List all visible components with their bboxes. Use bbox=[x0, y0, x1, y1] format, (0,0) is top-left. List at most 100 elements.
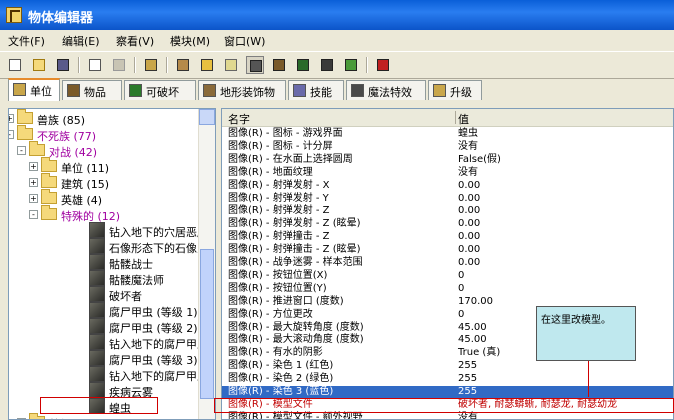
menu-view[interactable]: 察看(V) bbox=[116, 33, 154, 49]
tree-folder-item[interactable]: + 单位 (11) bbox=[9, 157, 201, 175]
grid-row[interactable]: 图像(R) - 染色 2 (绿色) 255 bbox=[222, 373, 673, 385]
app-icon bbox=[6, 7, 22, 23]
tab-upgrade[interactable]: 升级 bbox=[428, 80, 482, 100]
unit-editor-button[interactable] bbox=[142, 56, 160, 74]
tree-unit-item[interactable]: 骷髅魔法师 bbox=[9, 270, 201, 287]
column-header-name[interactable]: 名字 bbox=[228, 111, 250, 127]
copy-button[interactable] bbox=[86, 56, 104, 74]
menu-module[interactable]: 模块(M) bbox=[170, 33, 210, 49]
test-map-button[interactable] bbox=[342, 56, 360, 74]
scroll-up-button[interactable] bbox=[199, 109, 215, 125]
title-bar[interactable]: 物体编辑器 bbox=[0, 0, 674, 30]
tree-folder-item[interactable]: +兽族 (85) bbox=[9, 109, 201, 127]
terrain-editor-button[interactable] bbox=[174, 56, 192, 74]
expand-icon[interactable]: + bbox=[29, 194, 38, 203]
tree-folder-item[interactable]: - 特殊的 (12) bbox=[9, 205, 201, 223]
object-tree[interactable]: +兽族 (85)-不死族 (77)-对战 (42)+单位 (11)+建筑 (15… bbox=[8, 108, 216, 420]
folder-icon bbox=[41, 189, 57, 204]
grid-cell-value: 0.00 bbox=[458, 192, 481, 204]
tree-unit-item[interactable]: 腐尸甲虫 (等级 3) bbox=[9, 350, 201, 367]
expand-icon[interactable]: + bbox=[9, 114, 14, 123]
tree-folder-item[interactable]: +战役 (35) bbox=[9, 413, 201, 419]
menu-window[interactable]: 窗口(W) bbox=[224, 33, 265, 49]
save-icon bbox=[57, 59, 69, 71]
scroll-thumb[interactable] bbox=[200, 249, 214, 399]
tab-bar: 单位 物品 可破坏 地形装饰物 技能 魔法特效 升级 bbox=[0, 78, 674, 102]
grid-cell-name: 图像(R) - 染色 3 (蓝色) bbox=[228, 386, 334, 397]
annotation-text: 在这里改模型。 bbox=[541, 315, 611, 326]
tab-item[interactable]: 物品 bbox=[62, 80, 122, 100]
tree-unit-item[interactable]: 破坏者 bbox=[9, 286, 201, 303]
menu-edit[interactable]: 编辑(E) bbox=[62, 33, 100, 49]
tree-unit-item[interactable]: 腐尸甲虫 (等级 2) bbox=[9, 318, 201, 335]
grid-row[interactable]: 图像(R) - 图标 - 游戏界面 蝗虫 bbox=[222, 128, 673, 140]
grid-cell-value: True (真) bbox=[458, 347, 501, 359]
unit-palette-button[interactable] bbox=[246, 56, 264, 74]
grid-cell-name: 图像(R) - 图标 - 游戏界面 bbox=[228, 128, 343, 139]
item-palette-button[interactable] bbox=[270, 56, 288, 74]
grid-row[interactable]: 图像(R) - 战争迷雾 - 样本范围 0.00 bbox=[222, 257, 673, 269]
sound-editor-button[interactable] bbox=[198, 56, 216, 74]
doodad-editor-button[interactable] bbox=[294, 56, 312, 74]
ability-tab-icon bbox=[293, 84, 306, 97]
tree-unit-item[interactable]: 钻入地下的腐尸甲虫 bbox=[9, 334, 208, 351]
column-header-value[interactable]: 值 bbox=[458, 111, 469, 127]
ability-editor-button[interactable] bbox=[318, 56, 336, 74]
grid-row[interactable]: 图像(R) - 染色 1 (红色) 255 bbox=[222, 360, 673, 372]
expand-icon[interactable]: + bbox=[29, 162, 38, 171]
property-grid[interactable]: 名字 值 图像(R) - 图标 - 游戏界面 蝗虫 图像(R) - 图标 - 计分屏… bbox=[221, 108, 674, 420]
grid-row[interactable]: 图像(R) - 射弹发射 - X 0.00 bbox=[222, 180, 673, 192]
grid-row[interactable]: 图像(R) - 射弹撞击 - Z (眩晕) 0.00 bbox=[222, 244, 673, 256]
tree-unit-item[interactable]: 骷髅战士 bbox=[9, 254, 201, 271]
folder-icon bbox=[41, 173, 57, 188]
tab-unit[interactable]: 单位 bbox=[8, 78, 60, 101]
folder-icon bbox=[41, 157, 57, 172]
tree-folder-item[interactable]: - 对战 (42) bbox=[9, 141, 201, 159]
tree-scrollbar[interactable] bbox=[198, 109, 215, 419]
tab-ability[interactable]: 技能 bbox=[288, 80, 344, 100]
grid-row[interactable]: 图像(R) - 模型文件 - 额外视野 没有 bbox=[222, 412, 673, 419]
unit-palette-icon bbox=[250, 60, 262, 72]
tree-unit-item[interactable]: 腐尸甲虫 (等级 1) bbox=[9, 302, 201, 319]
new-icon bbox=[9, 59, 21, 71]
grid-cell-name: 图像(R) - 推进窗口 (度数) bbox=[228, 295, 344, 307]
collapse-icon[interactable]: - bbox=[29, 210, 38, 219]
collapse-icon[interactable]: - bbox=[17, 146, 26, 155]
expand-icon[interactable]: + bbox=[29, 178, 38, 187]
menu-file[interactable]: 文件(F) bbox=[8, 33, 45, 49]
grid-cell-value: 255 bbox=[458, 360, 478, 372]
annotation-box-grid bbox=[214, 398, 674, 413]
object-editor-button[interactable] bbox=[374, 56, 392, 74]
grid-row[interactable]: 图像(R) - 地面纹理 没有 bbox=[222, 166, 673, 179]
tab-destructible[interactable]: 可破坏 bbox=[124, 80, 196, 100]
grid-row[interactable]: 图像(R) - 射弹发射 - Z (眩晕) 0.00 bbox=[222, 218, 673, 230]
tree-folder-item[interactable]: + 英雄 (4) bbox=[9, 189, 201, 207]
grid-row[interactable]: 图像(R) - 按钮位置(Y) 0 bbox=[222, 283, 673, 295]
save-button[interactable] bbox=[54, 56, 72, 74]
grid-row[interactable]: 图像(R) - 射弹发射 - Y 0.00 bbox=[222, 192, 673, 205]
open-button[interactable] bbox=[30, 56, 48, 74]
paste-button[interactable] bbox=[110, 56, 128, 74]
grid-row[interactable]: 图像(R) - 射弹撞击 - Z 0.00 bbox=[222, 231, 673, 243]
tree-unit-item[interactable]: 石像形态下的石像鬼 bbox=[9, 238, 208, 255]
paste-icon bbox=[113, 59, 125, 71]
tree-unit-item[interactable]: 钻入地下的穴居恶魔 bbox=[9, 222, 208, 239]
grid-row[interactable]: 图像(R) - 按钮位置(X) 0 bbox=[222, 269, 673, 282]
grid-row[interactable]: 图像(R) - 射弹发射 - Z 0.00 bbox=[222, 205, 673, 217]
unit-icon bbox=[89, 382, 105, 398]
grid-row[interactable]: 图像(R) - 在水面上选择圆周 False(假) bbox=[222, 154, 673, 166]
grid-cell-name: 图像(R) - 最大滚动角度 (度数) bbox=[228, 334, 364, 346]
tab-doodad[interactable]: 地形装饰物 bbox=[198, 80, 286, 100]
grid-row[interactable]: 图像(R) - 图标 - 计分屏 没有 bbox=[222, 141, 673, 153]
grid-cell-value: 没有 bbox=[458, 166, 478, 178]
new-button[interactable] bbox=[6, 56, 24, 74]
volume-button[interactable] bbox=[222, 56, 240, 74]
collapse-icon[interactable]: - bbox=[9, 130, 14, 139]
grid-cell-name: 图像(R) - 射弹发射 - Y bbox=[228, 192, 329, 204]
tab-buff[interactable]: 魔法特效 bbox=[346, 80, 426, 100]
grid-cell-name: 图像(R) - 战争迷雾 - 样本范围 bbox=[228, 257, 363, 268]
tree-unit-item[interactable]: 钻入地下的腐尸甲虫 bbox=[9, 366, 208, 383]
grid-row[interactable]: 图像(R) - 染色 3 (蓝色) 255 bbox=[222, 386, 673, 398]
grid-cell-name: 图像(R) - 按钮位置(X) bbox=[228, 269, 328, 281]
tree-folder-item[interactable]: + 建筑 (15) bbox=[9, 173, 201, 191]
